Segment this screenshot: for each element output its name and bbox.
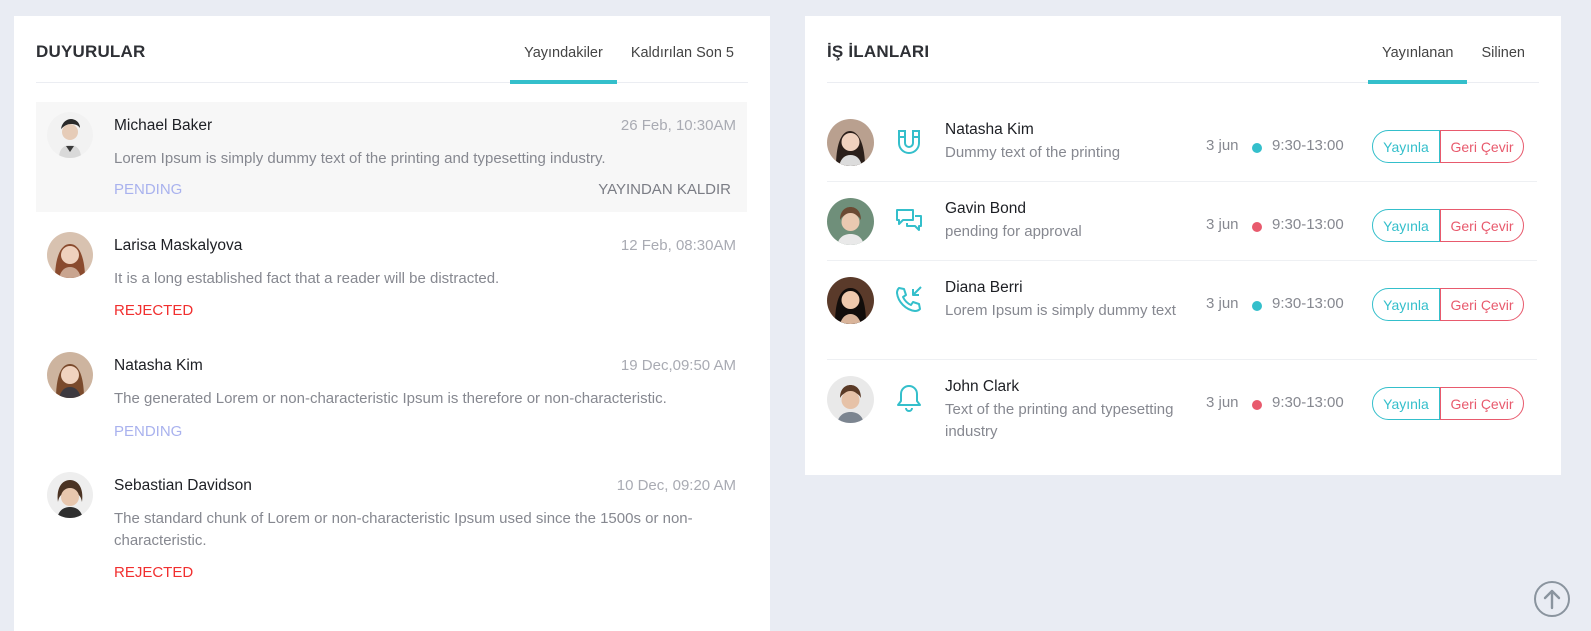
announcement-author: Sebastian Davidson	[114, 477, 252, 494]
avatar	[47, 232, 93, 278]
announcement-item: Michael Baker 26 Feb, 10:30AM Lorem Ipsu…	[36, 102, 747, 212]
announcement-text: The generated Lorem or non-characteristi…	[114, 390, 667, 407]
job-row: Diana Berri Lorem Ipsum is simply dummy …	[827, 261, 1537, 360]
job-postings-tabs: Yayınlanan Silinen	[1367, 16, 1539, 84]
job-time: 9:30-13:00	[1272, 137, 1344, 154]
status-badge: PENDING	[114, 423, 183, 440]
announcement-author: Larisa Maskalyova	[114, 237, 243, 254]
bell-icon	[893, 382, 925, 414]
job-actions: Yayınla Geri Çevir	[1372, 209, 1524, 242]
job-row: John Clark Text of the printing and type…	[827, 360, 1537, 460]
publish-button[interactable]: Yayınla	[1372, 387, 1440, 420]
job-description: Dummy text of the printing	[945, 144, 1121, 161]
announcement-author: Michael Baker	[114, 117, 213, 134]
avatar	[827, 119, 874, 166]
unpublish-button[interactable]: YAYINDAN KALDIR	[598, 181, 731, 198]
job-date: 3 jun	[1206, 295, 1239, 312]
job-time: 9:30-13:00	[1272, 394, 1344, 411]
announcement-time: 12 Feb, 08:30AM	[620, 237, 736, 254]
status-dot	[1252, 301, 1262, 311]
job-description: pending for approval	[945, 223, 1082, 240]
publish-button[interactable]: Yayınla	[1372, 288, 1440, 321]
status-dot	[1252, 143, 1262, 153]
status-dot	[1252, 400, 1262, 410]
job-date: 3 jun	[1206, 137, 1239, 154]
job-time: 9:30-13:00	[1272, 216, 1344, 233]
avatar	[827, 198, 874, 245]
job-date: 3 jun	[1206, 216, 1239, 233]
phone-incoming-icon	[893, 283, 925, 315]
announcement-time: 10 Dec, 09:20 AM	[616, 477, 736, 494]
publish-button[interactable]: Yayınla	[1372, 209, 1440, 242]
announcement-item: Sebastian Davidson 10 Dec, 09:20 AM The …	[36, 462, 747, 592]
status-badge: REJECTED	[114, 564, 194, 581]
job-actions: Yayınla Geri Çevir	[1372, 387, 1524, 420]
avatar	[47, 472, 93, 518]
job-description: Lorem Ipsum is simply dummy text	[945, 302, 1176, 319]
reject-button[interactable]: Geri Çevir	[1440, 288, 1524, 321]
announcement-time: 19 Dec,09:50 AM	[620, 357, 736, 374]
job-date: 3 jun	[1206, 394, 1239, 411]
tab-published-jobs[interactable]: Yayınlanan	[1367, 16, 1468, 84]
announcements-header: DUYURULAR Yayındakiler Kaldırılan Son 5	[36, 16, 748, 84]
job-person-name: John Clark	[945, 378, 1020, 395]
publish-button[interactable]: Yayınla	[1372, 130, 1440, 163]
avatar	[47, 112, 93, 158]
announcements-title: DUYURULAR	[36, 42, 146, 61]
job-postings-title: İŞ İLANLARI	[827, 42, 930, 61]
announcement-text: Lorem Ipsum is simply dummy text of the …	[114, 150, 606, 167]
avatar	[47, 352, 93, 398]
announcements-tabs: Yayındakiler Kaldırılan Son 5	[510, 16, 748, 84]
announcement-time: 26 Feb, 10:30AM	[620, 117, 736, 134]
status-dot	[1252, 222, 1262, 232]
tab-published[interactable]: Yayındakiler	[510, 16, 617, 84]
job-person-name: Natasha Kim	[945, 121, 1034, 138]
job-postings-card: İŞ İLANLARI Yayınlanan Silinen Natasha K…	[805, 16, 1561, 475]
magnet-icon	[893, 127, 925, 159]
job-person-name: Gavin Bond	[945, 200, 1026, 217]
arrow-up-icon	[1543, 589, 1561, 610]
job-postings-header: İŞ İLANLARI Yayınlanan Silinen	[827, 16, 1539, 84]
chat-icon	[893, 204, 925, 236]
reject-button[interactable]: Geri Çevir	[1440, 387, 1524, 420]
reject-button[interactable]: Geri Çevir	[1440, 209, 1524, 242]
announcements-card: DUYURULAR Yayındakiler Kaldırılan Son 5 …	[14, 16, 770, 631]
avatar	[827, 277, 874, 324]
job-row: Natasha Kim Dummy text of the printing 3…	[827, 102, 1537, 182]
announcement-text: The standard chunk of Lorem or non-chara…	[114, 510, 693, 549]
job-time: 9:30-13:00	[1272, 295, 1344, 312]
status-badge: PENDING	[114, 181, 183, 198]
job-actions: Yayınla Geri Çevir	[1372, 130, 1524, 163]
announcement-item: Larisa Maskalyova 12 Feb, 08:30AM It is …	[36, 222, 747, 332]
scroll-to-top-button[interactable]	[1534, 581, 1570, 617]
tab-removed-last-5[interactable]: Kaldırılan Son 5	[617, 16, 748, 83]
reject-button[interactable]: Geri Çevir	[1440, 130, 1524, 163]
announcement-author: Natasha Kim	[114, 357, 203, 374]
job-row: Gavin Bond pending for approval 3 jun 9:…	[827, 182, 1537, 261]
status-badge: REJECTED	[114, 302, 194, 319]
job-person-name: Diana Berri	[945, 279, 1023, 296]
job-description: Text of the printing and typesetting ind…	[945, 401, 1174, 440]
tab-deleted-jobs[interactable]: Silinen	[1467, 16, 1539, 83]
announcement-text: It is a long established fact that a rea…	[114, 270, 500, 287]
announcement-item: Natasha Kim 19 Dec,09:50 AM The generate…	[36, 342, 747, 452]
avatar	[827, 376, 874, 423]
job-actions: Yayınla Geri Çevir	[1372, 288, 1524, 321]
